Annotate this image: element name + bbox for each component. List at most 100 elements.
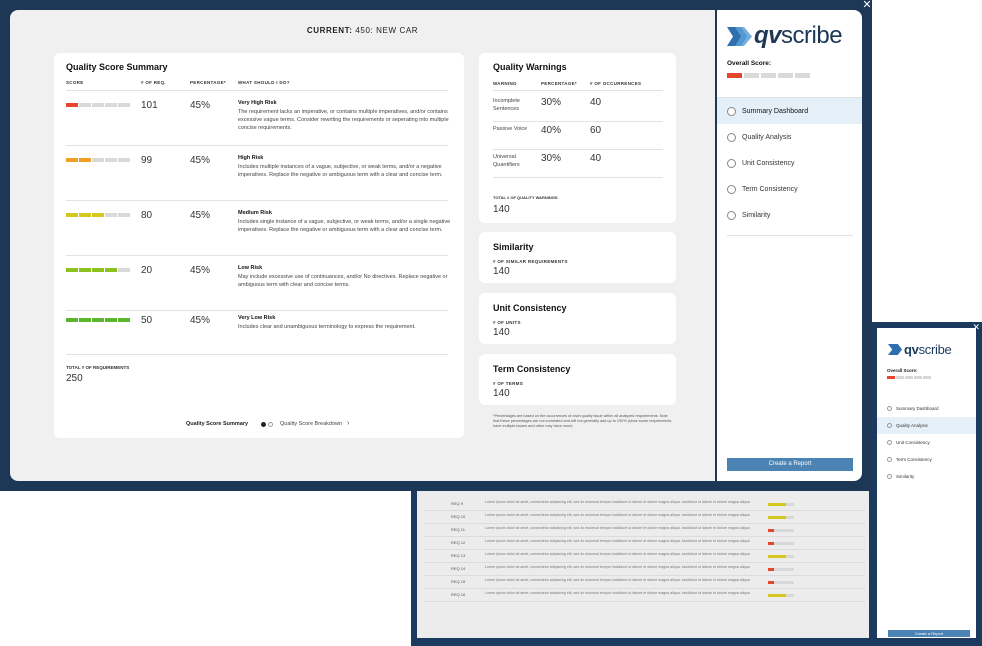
requirement-text: Lorem ipsum dolor sit amet, consectetur …	[485, 526, 751, 530]
divider	[66, 310, 448, 311]
sidebar-item-label: Quality Analysis	[742, 133, 792, 141]
unit-consistency-value: 140	[493, 327, 510, 338]
requirement-text: Lorem ipsum dolor sit amet, consectetur …	[485, 539, 751, 543]
req-percentage: 45%	[190, 315, 211, 326]
divider	[66, 90, 448, 91]
warning-occurrences: 40	[590, 97, 602, 108]
column-header-percentage: PERCENTAGE*	[190, 80, 226, 85]
table-row[interactable]: REQ 12 Lorem ipsum dolor sit amet, consec…	[425, 537, 865, 550]
quality-warnings-title: Quality Warnings	[493, 62, 567, 72]
table-row[interactable]: REQ 9 Lorem ipsum dolor sit amet, consect…	[425, 498, 865, 511]
dashboard-icon	[727, 106, 736, 116]
requirement-id: REQ 9	[451, 501, 464, 506]
dashboard-icon	[887, 406, 892, 411]
pager-dot[interactable]	[268, 422, 273, 427]
sidebar-item-term-consistency[interactable]: Term Consistency	[717, 176, 862, 202]
risk-name: Low Risk	[238, 265, 263, 271]
sidebar-item-unit-consistency[interactable]: Unit Consistency	[877, 434, 976, 451]
column-header-score: SCORE	[66, 80, 84, 85]
sidebar-item-label: Summary Dashboard	[742, 107, 809, 115]
risk-level-bar	[768, 516, 794, 519]
requirement-id: REQ 13	[451, 553, 466, 558]
risk-description: The requirement lacks an imperative, or …	[238, 109, 449, 132]
warning-name: Universal Quantifiers	[493, 154, 520, 168]
sidebar-item-label: Quality Analysis	[896, 423, 928, 428]
table-row[interactable]: REQ 15 Lorem ipsum dolor sit amet, consec…	[425, 576, 865, 589]
unit-consistency-icon	[887, 440, 892, 445]
sidebar-item-label: Unit Consistency	[742, 159, 795, 167]
sidebar-item-similarity[interactable]: Similarity	[717, 202, 862, 228]
chevron-right-icon[interactable]: ›	[347, 420, 349, 427]
overall-score-label: Overall Score:	[727, 60, 772, 67]
table-row[interactable]: REQ 11 Lorem ipsum dolor sit amet, consec…	[425, 524, 865, 537]
table-row[interactable]: REQ 16 Lorem ipsum dolor sit amet, consec…	[425, 589, 865, 602]
overall-score-label: Overall Score:	[887, 368, 918, 373]
logo-mark-icon	[727, 26, 752, 46]
divider	[493, 177, 663, 178]
risk-description: May include excessive use of continuance…	[238, 274, 448, 289]
risk-level-bar	[768, 594, 794, 597]
requirement-text: Lorem ipsum dolor sit amet, consectetur …	[485, 513, 751, 517]
pager-summary-label[interactable]: Quality Score Summary	[186, 421, 248, 427]
quality-score-summary-title: Quality Score Summary	[66, 62, 168, 72]
req-percentage: 45%	[190, 265, 211, 276]
req-count: 101	[141, 100, 158, 111]
pager-dot-active[interactable]	[261, 422, 266, 427]
similarity-title: Similarity	[493, 242, 534, 252]
sidebar-item-term-consistency[interactable]: Term Consistency	[877, 451, 976, 468]
requirement-id: REQ 14	[451, 566, 466, 571]
sidebar-item-summary-dashboard[interactable]: Summary Dashboard	[717, 98, 862, 124]
sidebar-item-label: Similarity	[896, 474, 915, 479]
close-icon[interactable]: ✕	[862, 0, 872, 11]
risk-name: Very High Risk	[238, 100, 277, 106]
current-project: CURRENT: 450: NEW CAR	[306, 26, 419, 35]
requirement-id: REQ 12	[451, 540, 466, 545]
unit-consistency-title: Unit Consistency	[493, 303, 567, 313]
requirements-table: REQ 9 Lorem ipsum dolor sit amet, consect…	[425, 498, 865, 602]
overall-score-bar	[727, 73, 810, 78]
column-header-percentage: PERCENTAGE*	[541, 81, 577, 86]
quality-score-summary-card: Quality Score Summary SCORE # OF REQ. PE…	[54, 53, 464, 438]
sidebar-item-similarity[interactable]: Similarity	[877, 468, 976, 485]
warning-name: Passive Voice	[493, 126, 528, 132]
warning-occurrences: 60	[590, 125, 602, 136]
requirement-id: REQ 11	[451, 527, 465, 532]
sidebar-item-label: Unit Consistency	[896, 440, 930, 445]
requirement-text: Lorem ipsum dolor sit amet, consectetur …	[485, 578, 751, 582]
divider	[493, 149, 663, 150]
divider	[493, 90, 663, 91]
quality-analysis-icon	[727, 132, 736, 142]
similarity-value: 140	[493, 266, 510, 277]
table-row[interactable]: REQ 13 Lorem ipsum dolor sit amet, consec…	[425, 550, 865, 563]
warning-percentage: 30%	[541, 153, 562, 164]
percentage-footnote: *Percentages are based on the occurrence…	[493, 414, 672, 428]
qvscribe-logo: qvscribe	[727, 22, 843, 50]
unit-consistency-card: Unit Consistency # OF UNITS 140	[479, 293, 676, 344]
sidebar-item-summary-dashboard[interactable]: Summary Dashboard	[877, 400, 976, 417]
unit-consistency-icon	[727, 158, 736, 168]
risk-name: Medium Risk	[238, 210, 272, 216]
risk-level-bar	[66, 268, 130, 272]
sidebar-item-unit-consistency[interactable]: Unit Consistency	[717, 150, 862, 176]
sidebar-item-quality-analysis[interactable]: Quality Analysis	[877, 417, 976, 434]
pager-breakdown-label[interactable]: Quality Score Breakdown	[280, 421, 342, 427]
sidebar-item-quality-analysis[interactable]: Quality Analysis	[717, 124, 862, 150]
requirement-text: Lorem ipsum dolor sit amet, consectetur …	[485, 500, 751, 504]
table-row[interactable]: REQ 14 Lorem ipsum dolor sit amet, consec…	[425, 563, 865, 576]
requirement-id: REQ 15	[451, 579, 466, 584]
create-report-button[interactable]: Create a Report	[888, 630, 970, 637]
create-report-button[interactable]: Create a Report	[727, 458, 853, 471]
table-row[interactable]: REQ 10 Lorem ipsum dolor sit amet, consec…	[425, 511, 865, 524]
divider	[66, 200, 448, 201]
requirement-text: Lorem ipsum dolor sit amet, consectetur …	[485, 552, 751, 556]
risk-description: Includes multiple instances of a vague, …	[238, 164, 443, 179]
similarity-label: # OF SIMILAR REQUIREMENTS	[493, 259, 568, 264]
divider	[66, 354, 448, 355]
total-requirements-value: 250	[66, 373, 83, 384]
risk-level-bar	[66, 318, 130, 322]
term-consistency-title: Term Consistency	[493, 364, 571, 374]
req-count: 20	[141, 265, 153, 276]
similarity-icon	[887, 474, 892, 479]
unit-consistency-label: # OF UNITS	[493, 320, 521, 325]
term-consistency-label: # OF TERMS	[493, 381, 524, 386]
